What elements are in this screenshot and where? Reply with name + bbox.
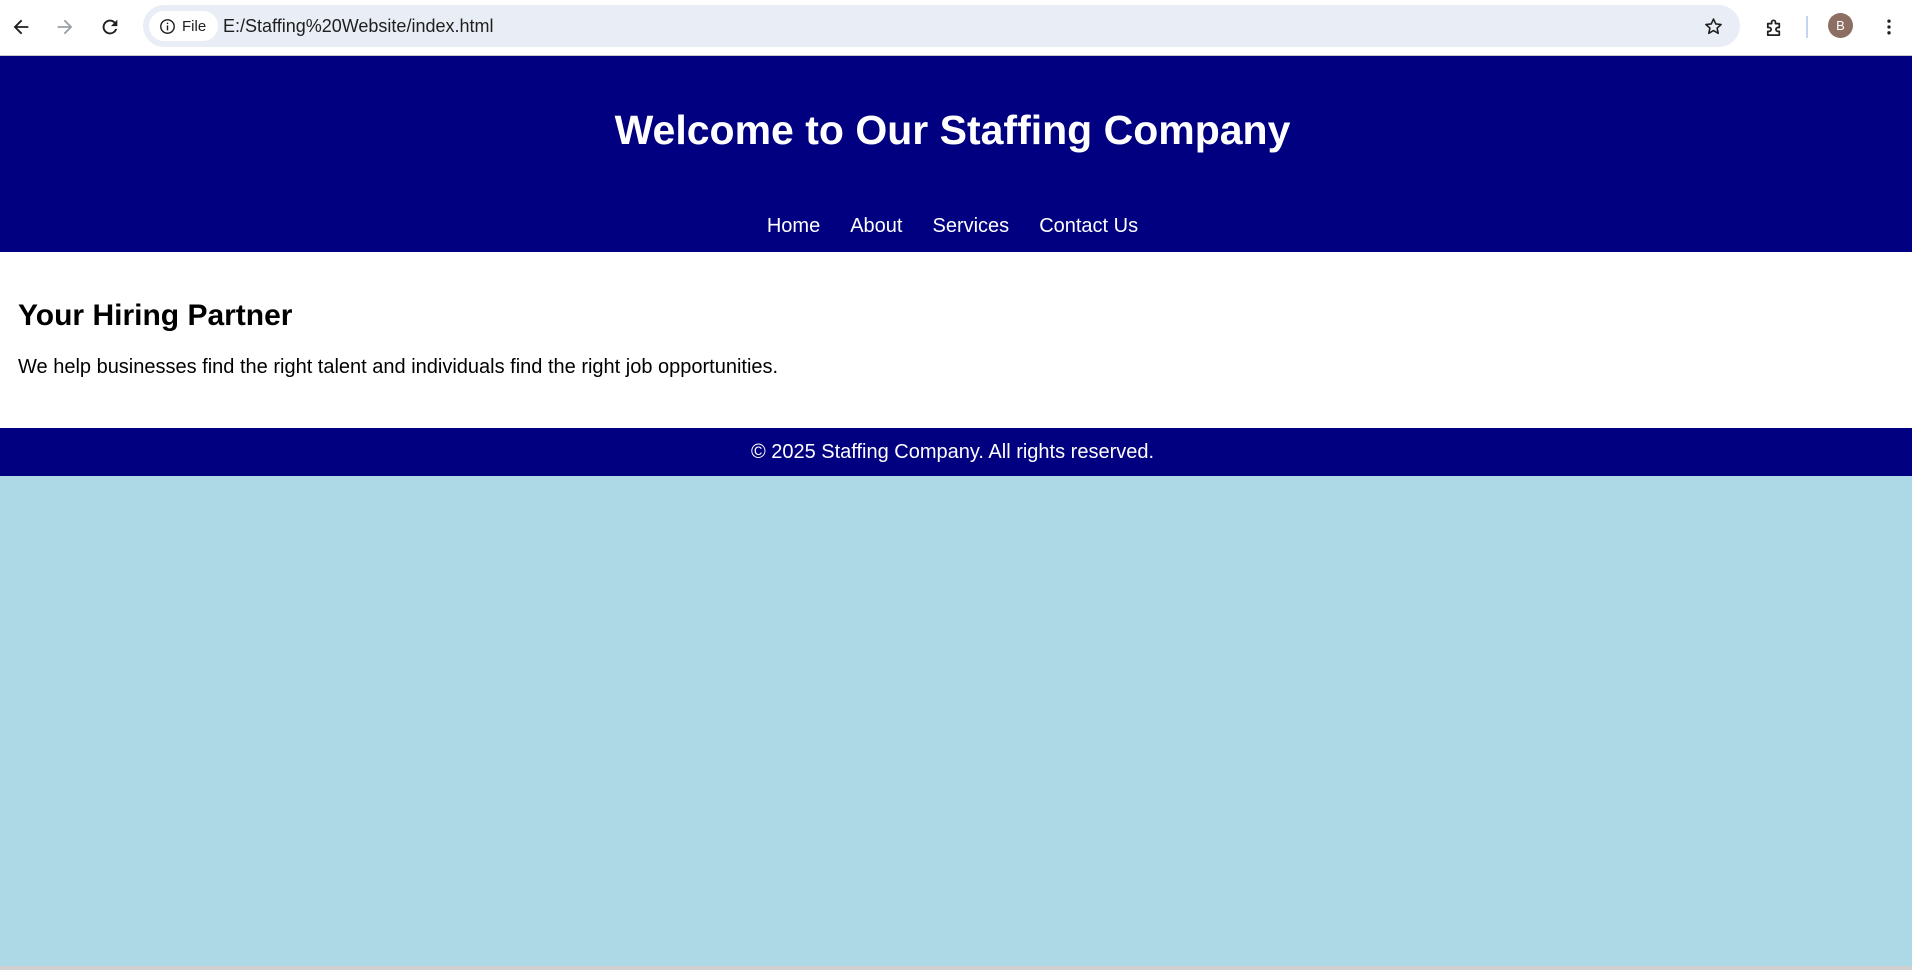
reload-icon [102, 19, 118, 35]
url-text[interactable]: E:/Staffing%20Website/index.html [223, 16, 493, 37]
window-bottom-border [0, 966, 1912, 970]
puzzle-piece-icon [1766, 18, 1780, 36]
main-section: Your Hiring Partner We help businesses f… [0, 252, 1912, 428]
nav-link-home[interactable]: Home [767, 214, 820, 238]
browser-menu-button[interactable] [1874, 12, 1904, 42]
address-bar[interactable]: File E:/Staffing%20Website/index.html [143, 5, 1740, 47]
extensions-button[interactable] [1757, 10, 1791, 44]
page-viewport: Welcome to Our Staffing Company Home Abo… [0, 56, 1912, 966]
nav-link-contact-us[interactable]: Contact Us [1039, 214, 1138, 238]
site-info-chip[interactable]: File [149, 11, 219, 41]
nav-link-services[interactable]: Services [932, 214, 1009, 238]
site-nav: Home About Services Contact Us [0, 214, 1905, 238]
section-heading: Your Hiring Partner [18, 299, 293, 332]
nav-link-about[interactable]: About [850, 214, 902, 238]
profile-avatar[interactable]: B [1828, 13, 1853, 38]
star-outline-icon [1704, 17, 1722, 34]
info-circle-icon [160, 18, 175, 34]
arrow-left-icon [13, 19, 29, 35]
reload-button[interactable] [93, 10, 127, 44]
bookmark-button[interactable] [1698, 11, 1728, 41]
site-footer: © 2025 Staffing Company. All rights rese… [0, 428, 1912, 476]
site-header: Welcome to Our Staffing Company Home Abo… [0, 56, 1912, 252]
page-title: Welcome to Our Staffing Company [614, 107, 1291, 153]
forward-button[interactable] [48, 10, 82, 44]
browser-toolbar: File E:/Staffing%20Website/index.html B [0, 0, 1912, 56]
arrow-right-icon [57, 19, 73, 35]
site-info-label: File [182, 17, 207, 35]
vertical-dots-icon [1887, 19, 1891, 35]
footer-copyright: © 2025 Staffing Company. All rights rese… [750, 441, 1155, 463]
back-button[interactable] [4, 10, 38, 44]
section-body-text: We help businesses find the right talent… [18, 356, 779, 378]
toolbar-divider [1806, 16, 1808, 38]
